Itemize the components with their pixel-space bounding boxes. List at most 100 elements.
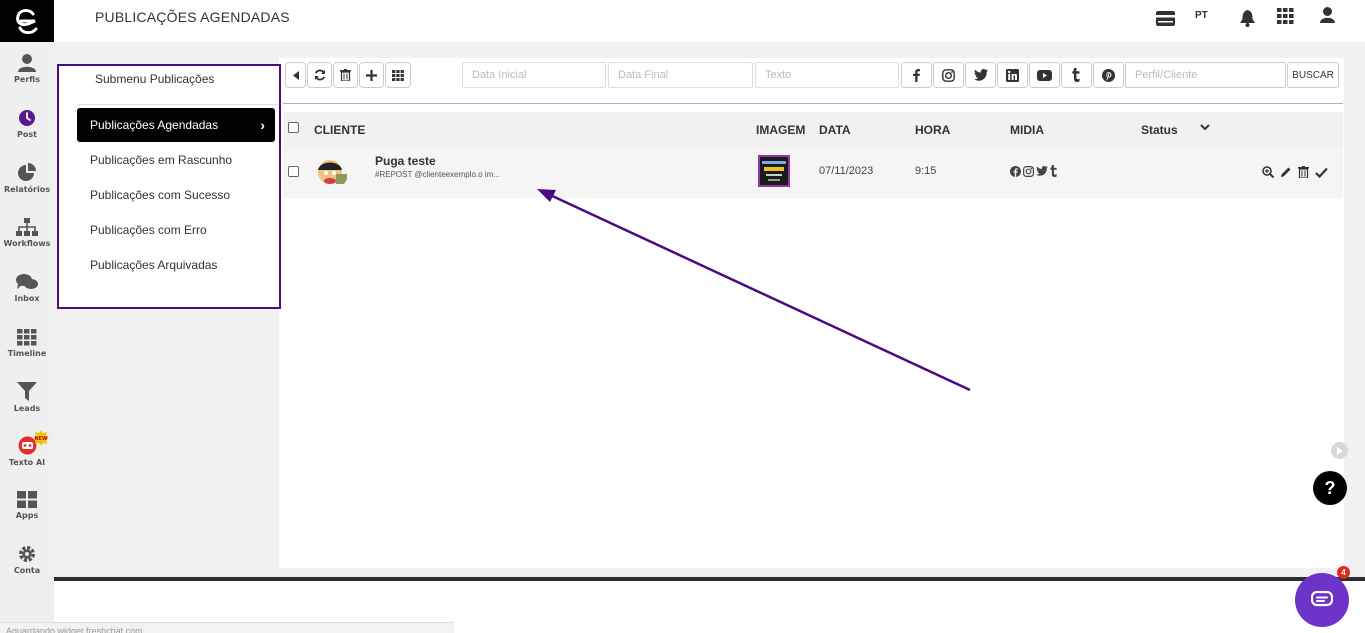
filter-pinterest-button[interactable] [1093,62,1124,88]
language-selector[interactable]: PT [1195,10,1208,21]
rail-label: Timeline [7,349,47,358]
rail-item-inbox[interactable]: Inbox [0,274,54,303]
user-icon [18,54,36,72]
row-caption: #REPOST @clienteexemplo.o im... [375,170,500,179]
top-header: PUBLICAÇÕES AGENDADAS PT [54,0,1365,42]
scroll-right-button[interactable] [1331,442,1348,459]
column-header-media[interactable]: MIDIA [1010,123,1044,137]
help-button[interactable]: ? [1313,471,1347,505]
row-actions [1262,166,1328,178]
filter-instagram-button[interactable] [933,62,964,88]
start-date-input[interactable] [462,62,606,88]
page-title: PUBLICAÇÕES AGENDADAS [95,9,290,25]
tumblr-icon [1072,68,1080,82]
sitemap-icon [16,218,38,236]
submenu-item-rascunho[interactable]: Publicações em Rascunho [77,143,275,177]
chat-icon [1311,591,1333,607]
filter-tumblr-button[interactable] [1061,62,1092,88]
linkedin-icon [1006,68,1019,82]
submenu-item-label: Publicações em Rascunho [90,153,233,167]
post-thumbnail-image [758,155,790,187]
profile-client-input[interactable] [1125,62,1286,88]
submenu-item-erro[interactable]: Publicações com Erro [77,213,275,247]
browser-status-bar: Aguardando widget.freshchat.com... [0,622,454,633]
rail-item-texto-ai[interactable]: NEW Texto AI [0,430,54,467]
check-icon[interactable] [1315,167,1328,178]
add-button[interactable] [359,62,384,88]
rail-item-conta[interactable]: Conta [0,545,54,575]
grid-icon [17,329,37,346]
end-date-input[interactable] [608,62,753,88]
rail-item-workflows[interactable]: Workflows [0,218,54,248]
bell-icon[interactable] [1240,10,1255,27]
submenu-item-agendadas[interactable]: Publicações Agendadas › [77,108,275,142]
rail-item-relatorios[interactable]: Relatórios [0,163,54,194]
rail-label: Relatórios [4,185,50,194]
chat-widget-button[interactable] [1295,573,1349,627]
credit-card-icon[interactable] [1156,11,1175,26]
text-search-input[interactable] [755,62,899,88]
row-date: 07/11/2023 [819,165,874,177]
svg-text:NEW: NEW [34,436,48,442]
submenu-title: Submenu Publicações [95,72,215,86]
chat-unread-badge: 4 [1337,566,1350,579]
table-row[interactable]: Puga teste #REPOST @clienteexemplo.o im.… [283,146,1343,198]
app-logo[interactable] [0,0,54,42]
rail-item-apps[interactable]: Apps [0,491,54,520]
client-avatar [314,156,348,190]
chevron-down-icon[interactable] [1200,124,1210,131]
caret-right-icon [1337,446,1343,455]
pinterest-icon [1102,68,1115,82]
column-header-image[interactable]: IMAGEM [756,123,805,137]
filter-facebook-button[interactable] [901,62,932,88]
chevron-right-icon: › [260,117,265,133]
trash-icon [340,69,351,81]
twitter-icon [973,69,988,81]
refresh-button[interactable] [307,62,332,88]
rail-label: Perfis [14,75,40,84]
rail-item-perfis[interactable]: Perfis [0,54,54,84]
logo-icon [16,9,38,35]
table-header: CLIENTE IMAGEM DATA HORA MIDIA Status [283,112,1343,146]
collapse-menu-button[interactable] [285,62,306,88]
zoom-in-icon[interactable] [1262,166,1274,178]
filter-linkedin-button[interactable] [997,62,1028,88]
rail-item-post[interactable]: Post [0,109,54,139]
row-checkbox[interactable] [288,166,299,177]
grid-view-icon [392,69,404,81]
apps-grid-icon[interactable] [1277,8,1294,24]
rail-item-timeline[interactable]: Timeline [0,329,54,358]
trash-icon[interactable] [1298,166,1309,178]
select-all-checkbox[interactable] [288,122,299,133]
column-header-date[interactable]: DATA [819,123,851,137]
user-account-icon[interactable] [1320,7,1335,23]
chat-bubbles-icon [16,274,38,289]
row-hour: 9:15 [915,165,937,177]
rail-label: Leads [13,404,41,413]
grid-view-button[interactable] [385,62,411,88]
toolbar-divider [283,103,1343,104]
youtube-icon [1037,69,1052,81]
filter-youtube-button[interactable] [1029,62,1060,88]
rail-label: Apps [15,511,39,520]
column-header-status[interactable]: Status [1141,123,1178,137]
submenu-item-sucesso[interactable]: Publicações com Sucesso [77,178,275,212]
submenu-item-arquivadas[interactable]: Publicações Arquivadas [77,248,275,282]
filter-twitter-button[interactable] [965,62,996,88]
rail-item-leads[interactable]: Leads [0,382,54,413]
column-header-client[interactable]: CLIENTE [314,123,365,137]
rail-label: Inbox [14,294,40,303]
caret-left-icon [292,70,299,80]
rail-label: Conta [13,566,41,575]
submenu-item-label: Publicações Arquivadas [90,258,218,272]
search-button[interactable]: BUSCAR [1287,62,1339,88]
gear-icon [19,546,35,562]
tumblr-icon [1050,165,1057,177]
submenu-divider [77,104,277,105]
rail-label: Workflows [3,239,51,248]
pencil-icon[interactable] [1280,166,1292,178]
post-image-thumbnail[interactable] [758,155,790,187]
delete-button[interactable] [333,62,358,88]
column-header-hour[interactable]: HORA [915,123,950,137]
pie-chart-icon [18,163,36,181]
